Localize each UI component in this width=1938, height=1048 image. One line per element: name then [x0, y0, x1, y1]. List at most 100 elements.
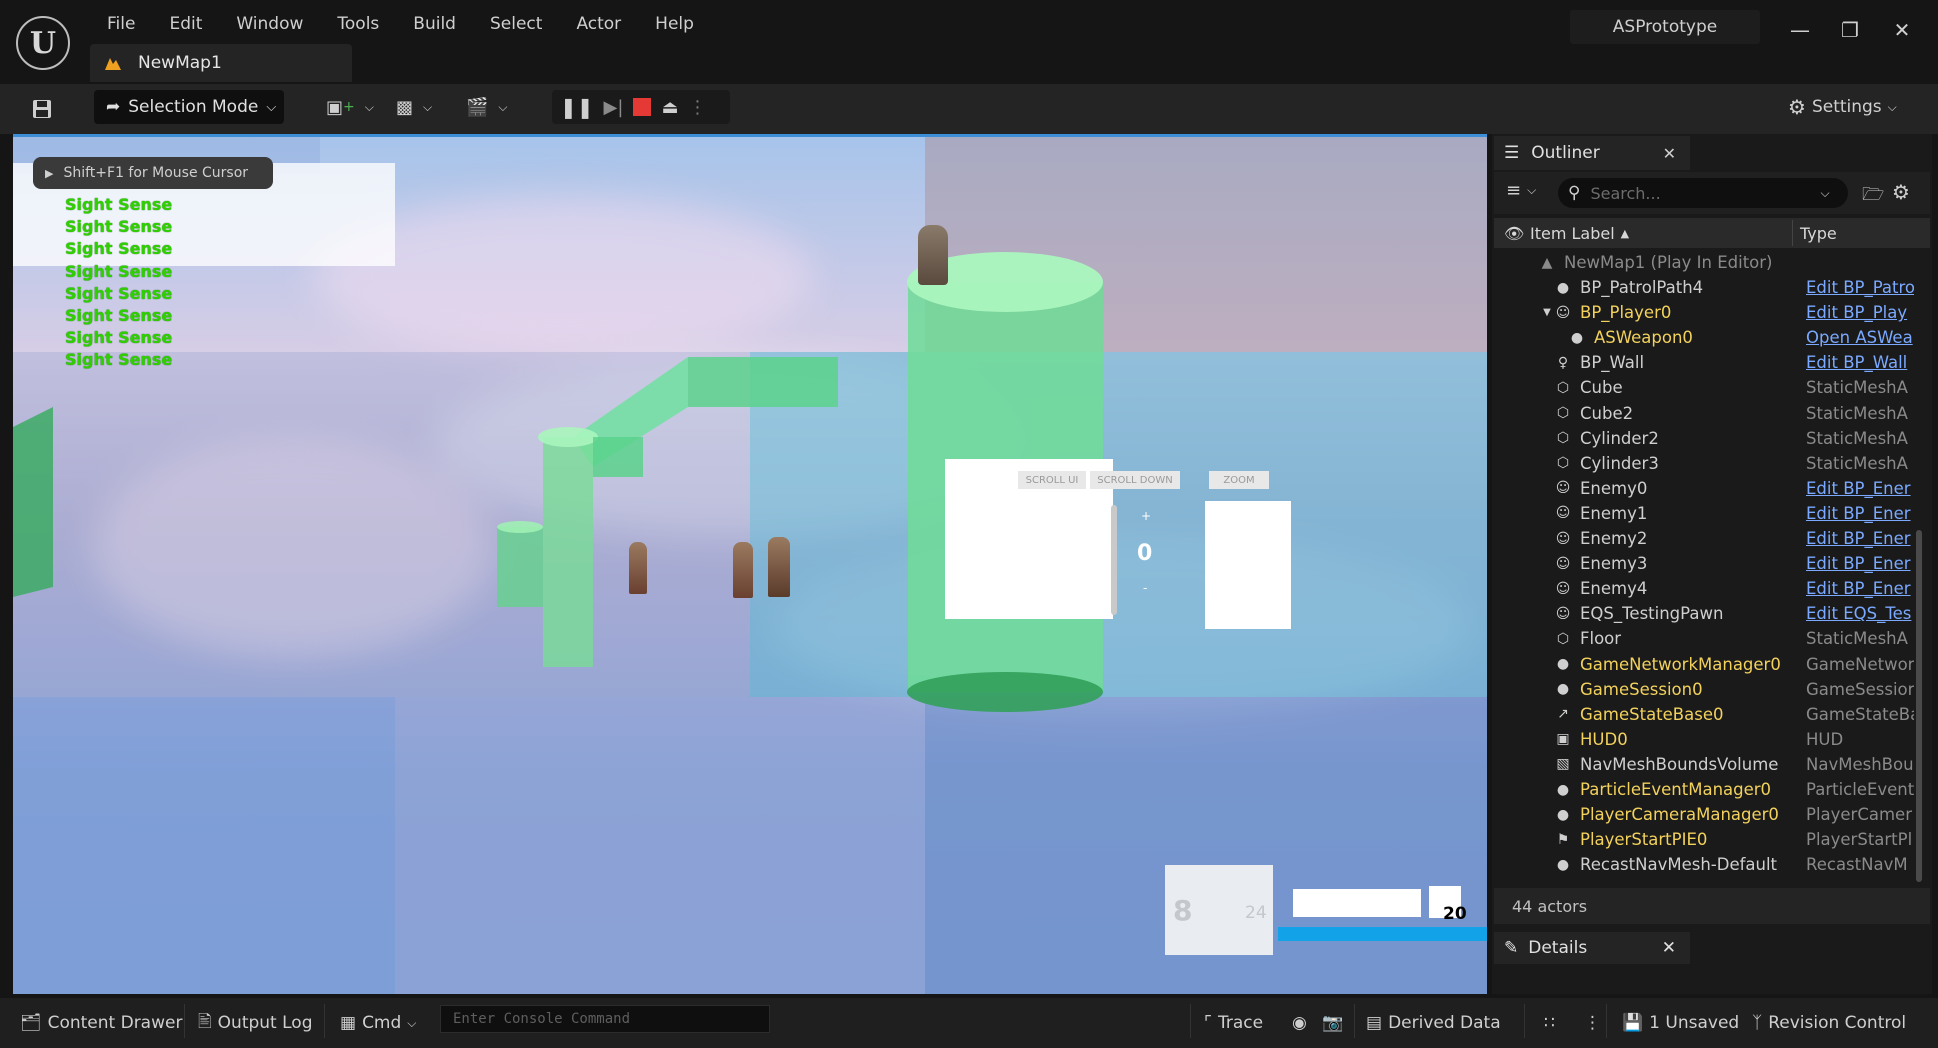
menu-select[interactable]: Select [473, 10, 559, 38]
scroll-up-button[interactable]: SCROLL UI [1018, 471, 1086, 489]
sort-ascending-icon: ▲ [1620, 226, 1630, 240]
character-icon: ♀ [1557, 354, 1569, 371]
menu-window[interactable]: Window [219, 10, 320, 38]
unsaved-button[interactable]: 💾 1 Unsaved [1622, 1008, 1739, 1038]
console-input[interactable] [451, 1010, 755, 1028]
filter-button[interactable]: ≡ ⌵ [1506, 180, 1536, 201]
outliner-row[interactable]: ● BP_PatrolPath4 Edit BP_Patro [1494, 275, 1914, 300]
row-type-link[interactable]: Edit BP_Ener [1806, 554, 1914, 573]
column-header-label[interactable]: Item Label [1530, 224, 1615, 243]
grid-button[interactable]: ∷ [1544, 1008, 1555, 1038]
record-button[interactable]: ◉ [1292, 1008, 1307, 1038]
outliner-row[interactable]: ⬡ Floor StaticMeshA [1494, 626, 1914, 651]
add-folder-icon[interactable]: 🗁 [1862, 182, 1884, 212]
selection-mode-dropdown[interactable]: ➦ Selection Mode ⌵ [94, 90, 284, 124]
outliner-row[interactable]: ↗ GameStateBase0 GameStateBa [1494, 702, 1914, 727]
screenshot-button[interactable]: 📷 [1322, 1008, 1343, 1038]
row-type-link[interactable]: Edit BP_Ener [1806, 579, 1914, 598]
add-actor-button[interactable]: ▣ + ⌵ [318, 90, 378, 124]
outliner-row[interactable]: ● GameSession0 GameSessior [1494, 677, 1914, 702]
menu-edit[interactable]: Edit [152, 10, 219, 38]
row-type: StaticMeshA [1806, 629, 1908, 649]
step-frame-icon[interactable]: ▶| [604, 97, 624, 118]
outliner-root-row[interactable]: ▲ NewMap1 (Play In Editor) [1494, 250, 1914, 275]
chevron-down-icon[interactable]: ⌵ [1820, 186, 1829, 201]
row-type-link[interactable]: Edit BP_Ener [1806, 504, 1914, 523]
settings-button[interactable]: ⚙ Settings ⌵ [1788, 92, 1897, 122]
pawn-icon: ☺ [1555, 505, 1571, 522]
row-type-link[interactable]: Edit BP_Wall [1806, 353, 1914, 372]
divider [324, 1004, 325, 1038]
row-type-link[interactable]: Edit BP_Play [1806, 303, 1914, 322]
menu-actor[interactable]: Actor [559, 10, 638, 38]
menu-help[interactable]: Help [638, 10, 711, 38]
outliner-row[interactable]: ⚑ PlayerStartPIE0 PlayerStartPl [1494, 827, 1914, 852]
outliner-row[interactable]: ▧ NavMeshBoundsVolume NavMeshBou [1494, 752, 1914, 777]
trace-button[interactable]: ⌜ Trace [1204, 1008, 1263, 1038]
cmd-dropdown[interactable]: ▦ Cmd ⌵ [340, 1008, 416, 1038]
console-command-field[interactable] [440, 1005, 770, 1033]
pause-icon[interactable]: ❚❚ [560, 95, 594, 119]
column-header-type[interactable]: Type [1800, 224, 1837, 243]
zoom-slider[interactable] [1111, 505, 1117, 615]
outliner-row[interactable]: ● PlayerCameraManager0 PlayerCamer [1494, 802, 1914, 827]
outliner-row[interactable]: ● ASWeapon0 Open ASWea [1494, 325, 1914, 350]
outliner-row[interactable]: ⬡ Cube2 StaticMeshA [1494, 401, 1914, 426]
derived-data-button[interactable]: ▤ Derived Data [1366, 1008, 1501, 1038]
outliner-row[interactable]: ♀ BP_Wall Edit BP_Wall [1494, 350, 1914, 375]
output-log-button[interactable]: 🖹 Output Log [198, 1008, 313, 1038]
tab-details[interactable]: ✎ Details ✕ [1494, 932, 1690, 964]
outliner-row[interactable]: ☺ Enemy1 Edit BP_Ener [1494, 501, 1914, 526]
row-type-link[interactable]: Edit BP_Patro [1806, 278, 1914, 297]
outliner-scrollbar[interactable] [1916, 530, 1922, 882]
outliner-row[interactable]: ⬡ Cylinder3 StaticMeshA [1494, 451, 1914, 476]
blueprint-button[interactable]: ▩ ⌵ [388, 90, 448, 124]
outliner-row[interactable]: ⬡ Cube StaticMeshA [1494, 375, 1914, 400]
unreal-logo-icon[interactable]: U [16, 16, 70, 70]
close-icon[interactable]: ✕ [1662, 938, 1676, 958]
close-icon[interactable]: ✕ [1884, 12, 1920, 48]
column-divider[interactable] [1792, 220, 1793, 246]
gear-icon[interactable]: ⚙ [1892, 180, 1910, 204]
more-options-button[interactable]: ⋮ [1584, 1008, 1601, 1038]
outliner-row[interactable]: ☺ Enemy3 Edit BP_Ener [1494, 551, 1914, 576]
document-tab[interactable]: NewMap1 [90, 44, 352, 82]
outliner-row[interactable]: ⬡ Cylinder2 StaticMeshA [1494, 426, 1914, 451]
scroll-down-button[interactable]: SCROLL DOWN [1090, 471, 1180, 489]
restore-icon[interactable]: ❐ [1832, 12, 1868, 48]
row-type-link[interactable]: Edit BP_Ener [1806, 529, 1914, 548]
cinematics-button[interactable]: 🎬 ⌵ [458, 90, 518, 124]
close-icon[interactable]: ✕ [1663, 144, 1676, 163]
player-character [918, 225, 948, 285]
outliner-row[interactable]: ▣ HUD0 HUD [1494, 727, 1914, 752]
stop-icon[interactable] [633, 98, 652, 116]
outliner-row[interactable]: ● RecastNavMesh-Default RecastNavM [1494, 852, 1914, 877]
row-type-link[interactable]: Open ASWea [1806, 328, 1914, 347]
menu-build[interactable]: Build [396, 10, 473, 38]
outliner-row[interactable]: ☺ Enemy0 Edit BP_Ener [1494, 476, 1914, 501]
outliner-row[interactable]: ☺ EQS_TestingPawn Edit EQS_Tes [1494, 601, 1914, 626]
outliner-row[interactable]: ● GameNetworkManager0 GameNetwor [1494, 652, 1914, 677]
more-options-icon[interactable]: ⋮ [688, 97, 706, 118]
outliner-row[interactable]: ☺ Enemy2 Edit BP_Ener [1494, 526, 1914, 551]
minimize-icon[interactable]: — [1782, 12, 1818, 48]
search-input[interactable] [1588, 182, 1813, 204]
outliner-row[interactable]: ☺ Enemy4 Edit BP_Ener [1494, 576, 1914, 601]
content-drawer-button[interactable]: 🗂 Content Drawer [20, 1008, 182, 1038]
menu-tools[interactable]: Tools [320, 10, 396, 38]
pawn-icon: ☺ [1555, 304, 1571, 321]
outliner-row[interactable]: ▼ ☺ BP_Player0 Edit BP_Play [1494, 300, 1914, 325]
level-viewport[interactable]: ▶ Shift+F1 for Mouse Cursor Sight Sense … [13, 134, 1487, 994]
zoom-button[interactable]: ZOOM [1209, 471, 1269, 489]
eject-icon[interactable]: ⏏ [661, 97, 678, 118]
row-type-link[interactable]: Edit EQS_Tes [1806, 604, 1914, 623]
eye-icon[interactable]: 👁 [1504, 224, 1524, 243]
revision-control-button[interactable]: ᛉ Revision Control [1752, 1008, 1906, 1038]
menu-file[interactable]: File [90, 10, 152, 38]
row-type-link[interactable]: Edit BP_Ener [1806, 479, 1914, 498]
row-label: NavMeshBoundsVolume [1580, 754, 1779, 774]
tab-outliner[interactable]: ☰ Outliner ✕ [1494, 136, 1690, 170]
outliner-row[interactable]: ● ParticleEventManager0 ParticleEvent [1494, 777, 1914, 802]
save-button[interactable] [20, 92, 64, 126]
outliner-search[interactable]: ⚲ ⌵ [1558, 178, 1848, 208]
